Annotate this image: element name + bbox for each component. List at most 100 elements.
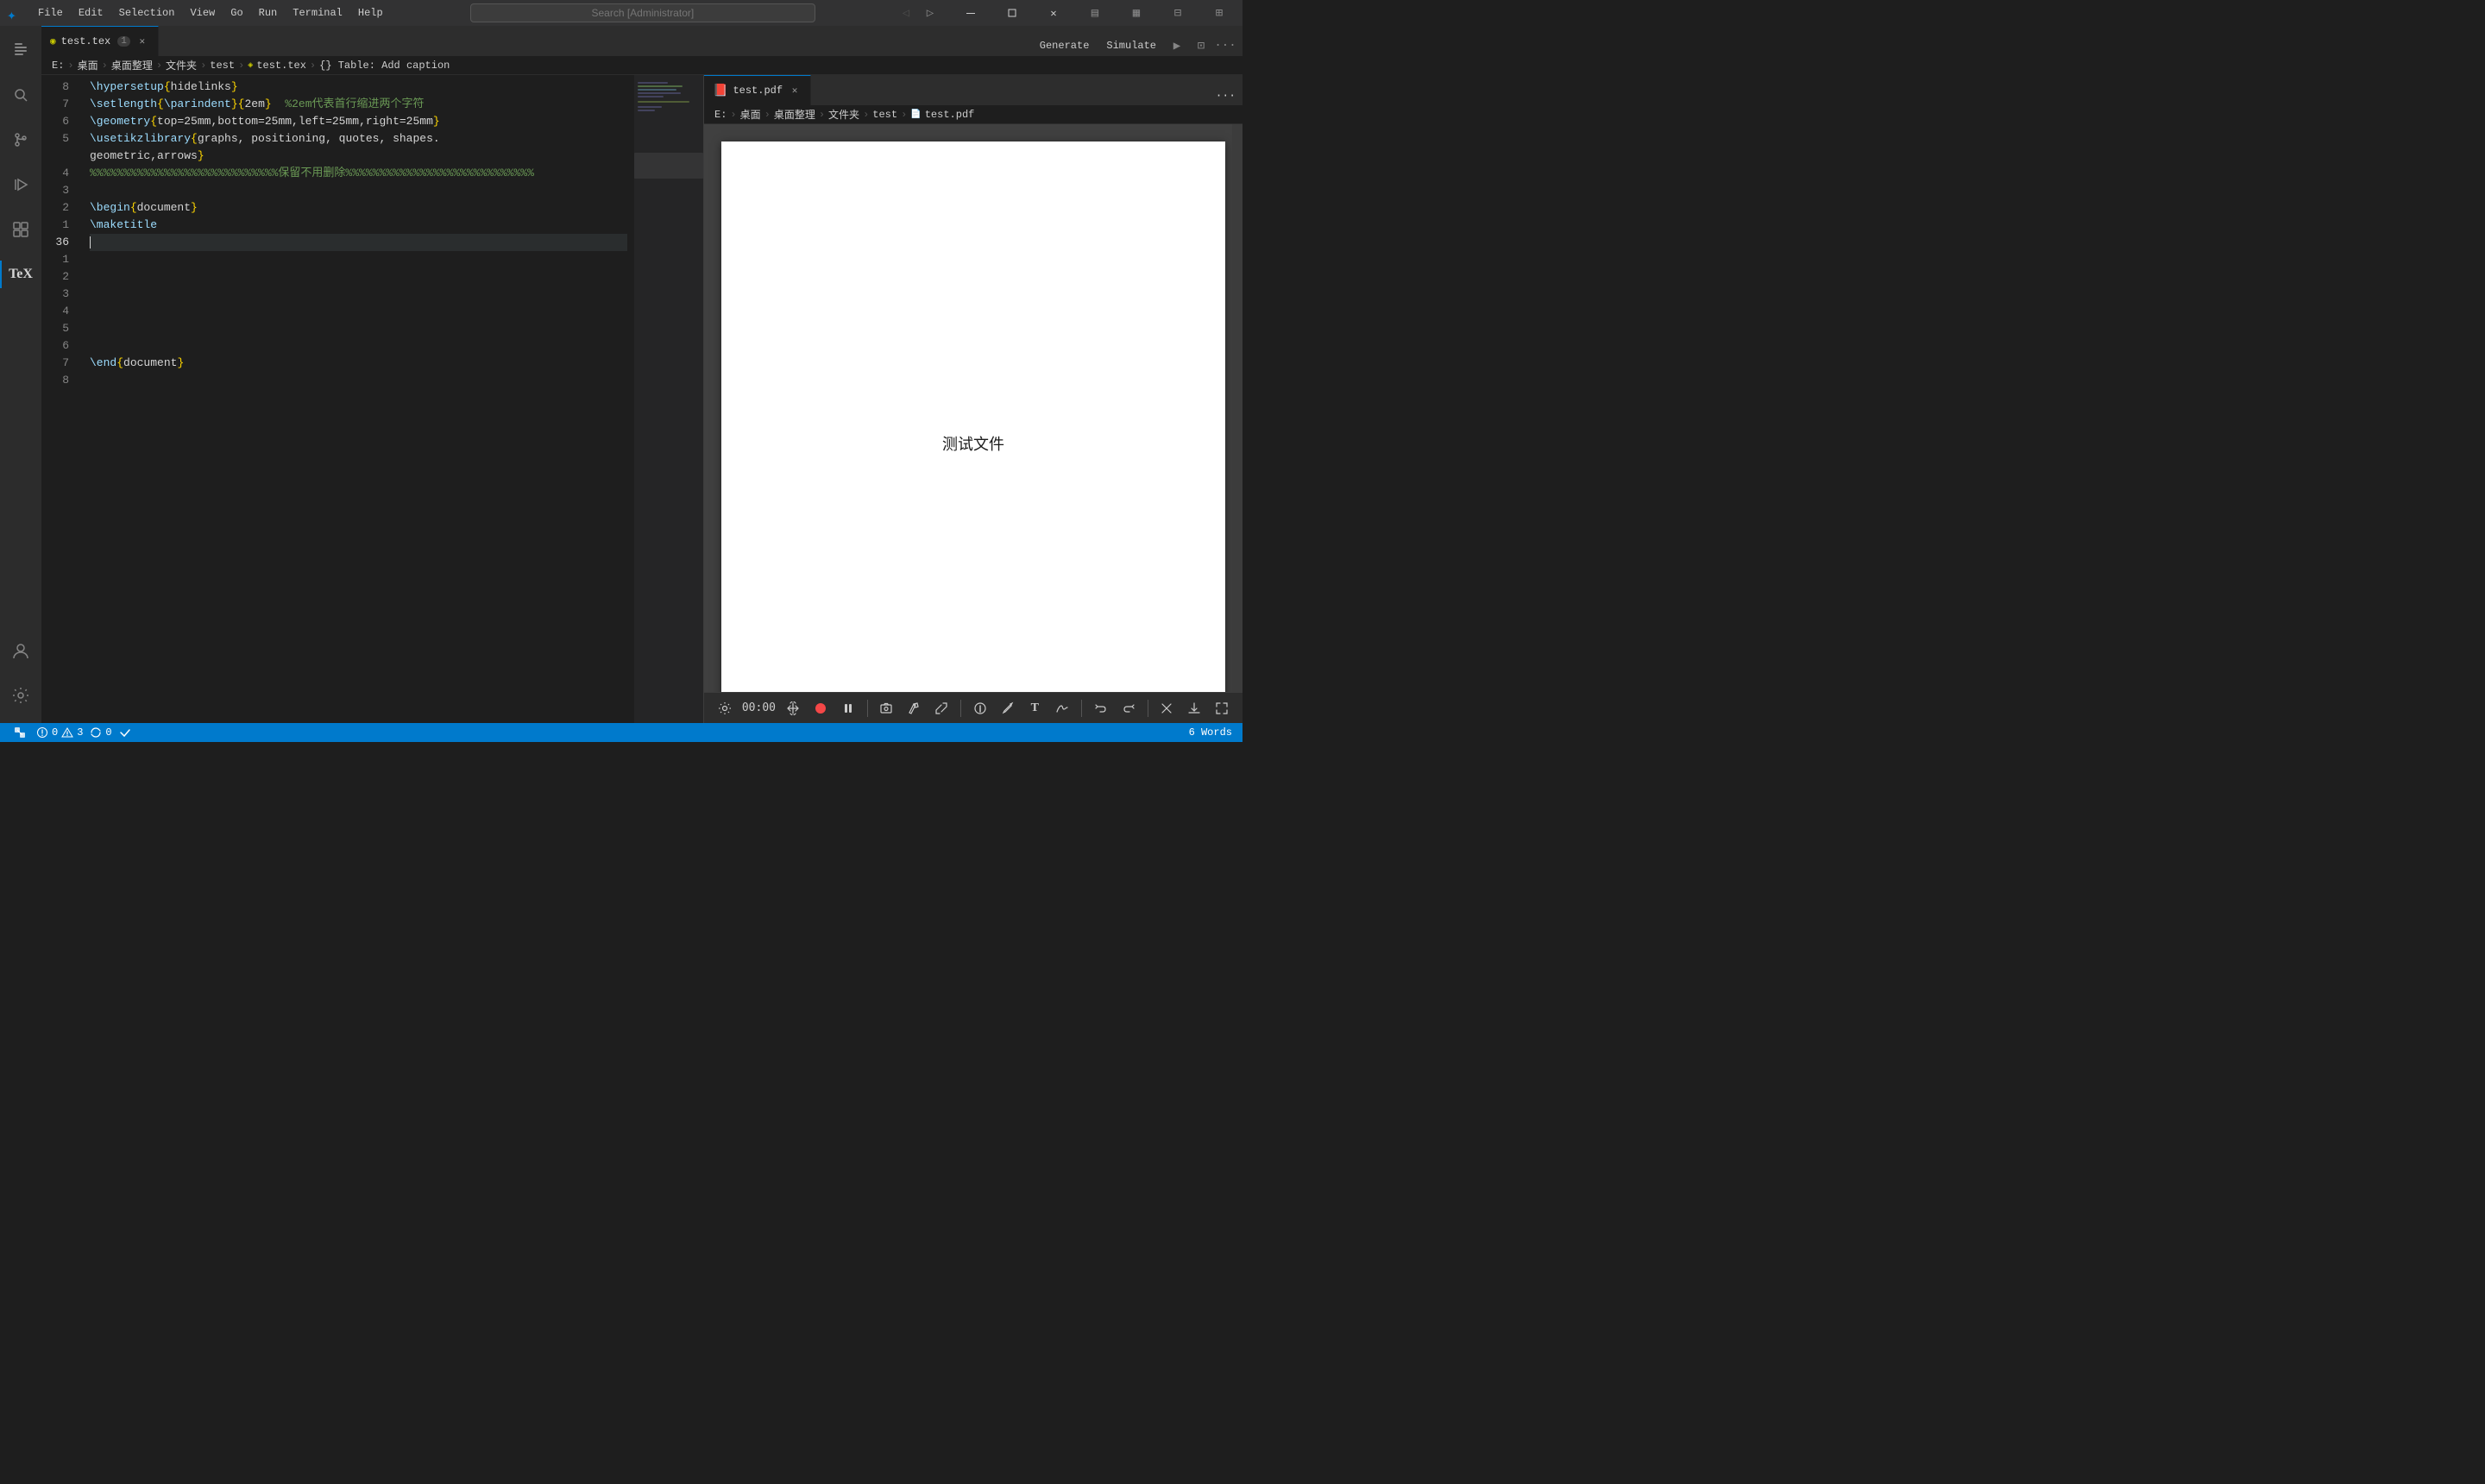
- code-editor: 8 7 6 5 4 3 2 1 36 1 2 3 4 5: [41, 75, 704, 723]
- pdf-breadcrumb-e[interactable]: E:: [714, 109, 727, 121]
- code-lines[interactable]: \hypersetup{hidelinks} \setlength{\parin…: [83, 75, 634, 723]
- sidebar-item-extensions[interactable]: [0, 209, 41, 250]
- breadcrumb-caption[interactable]: {} Table: Add caption: [319, 60, 450, 72]
- pdf-breadcrumb-test[interactable]: test: [872, 109, 897, 121]
- close-button[interactable]: ✕: [1034, 0, 1073, 26]
- forward-arrow[interactable]: ▷: [920, 3, 941, 23]
- menu-edit[interactable]: Edit: [72, 3, 110, 22]
- settings-icon[interactable]: [0, 675, 41, 716]
- sidebar-item-search[interactable]: [0, 74, 41, 116]
- layout-icon-1[interactable]: ▤: [1075, 0, 1115, 26]
- status-sync[interactable]: 0: [86, 726, 115, 739]
- tab-test-tex[interactable]: ◉ test.tex 1 ✕: [41, 26, 159, 56]
- status-bar: 0 3 0 6 Words: [0, 723, 1242, 742]
- pdf-toolbar-sep-2: [960, 700, 961, 717]
- pdf-fullscreen-btn[interactable]: [1211, 696, 1232, 720]
- layout-icon-4[interactable]: ⊞: [1199, 0, 1239, 26]
- error-count: 0: [52, 726, 58, 739]
- breadcrumb-e[interactable]: E:: [52, 60, 64, 72]
- title-bar-right: ✕ ▤ ▦ ⊟ ⊞: [947, 0, 1242, 26]
- tab-filename: test.tex: [61, 35, 111, 47]
- run-action-icon[interactable]: ▶: [1167, 35, 1187, 56]
- split-editor-icon[interactable]: ⊡: [1191, 35, 1211, 56]
- menu-help[interactable]: Help: [351, 3, 390, 22]
- pdf-toolbar-sep-1: [867, 700, 868, 717]
- tab-icon: ◉: [50, 35, 56, 47]
- menu-view[interactable]: View: [183, 3, 222, 22]
- breadcrumb-desktop[interactable]: 桌面: [78, 58, 98, 72]
- breadcrumb-folder[interactable]: 文件夹: [166, 58, 197, 72]
- generate-button[interactable]: Generate: [1033, 38, 1097, 53]
- pdf-text-btn[interactable]: T: [1024, 696, 1045, 720]
- maximize-button[interactable]: [992, 0, 1032, 26]
- layout-icon-2[interactable]: ▦: [1117, 0, 1156, 26]
- pdf-info-btn[interactable]: [970, 696, 991, 720]
- pdf-pause-btn[interactable]: [838, 696, 859, 720]
- pdf-signature-btn[interactable]: [1052, 696, 1073, 720]
- sidebar-item-tex[interactable]: TeX: [0, 254, 41, 295]
- menu-run[interactable]: Run: [252, 3, 285, 22]
- main-layout: TeX ◉ test.tex 1 ✕ Generate Simulate ▶: [0, 26, 1242, 723]
- menu-go[interactable]: Go: [223, 3, 249, 22]
- breadcrumb: E: › 桌面 › 桌面整理 › 文件夹 › test › ◈ test.tex…: [41, 56, 1242, 75]
- nav-arrows: ◁ ▷: [896, 3, 941, 23]
- pdf-content[interactable]: 测试文件: [704, 124, 1242, 692]
- pdf-screenshot-btn[interactable]: [876, 696, 896, 720]
- pdf-breadcrumb-folder[interactable]: 文件夹: [828, 107, 859, 122]
- menu-bar: File Edit Selection View Go Run Terminal…: [31, 3, 390, 22]
- minimize-button[interactable]: [951, 0, 991, 26]
- layout-icon-3[interactable]: ⊟: [1158, 0, 1198, 26]
- sidebar-item-run[interactable]: [0, 164, 41, 205]
- tab-close-button[interactable]: ✕: [135, 35, 149, 48]
- menu-terminal[interactable]: Terminal: [286, 3, 349, 22]
- pdf-breadcrumb-organize[interactable]: 桌面整理: [774, 107, 815, 122]
- simulate-button[interactable]: Simulate: [1099, 38, 1163, 53]
- pdf-annotate-btn[interactable]: [997, 696, 1018, 720]
- pdf-breadcrumb-file[interactable]: test.pdf: [925, 109, 975, 121]
- breadcrumb-organize[interactable]: 桌面整理: [111, 58, 153, 72]
- pdf-close-recording-btn[interactable]: [1156, 696, 1177, 720]
- pdf-settings-btn[interactable]: [714, 696, 735, 720]
- pdf-redo-btn[interactable]: [1118, 696, 1139, 720]
- status-words[interactable]: 6 Words: [1186, 726, 1236, 739]
- pdf-move-btn[interactable]: [783, 696, 803, 720]
- account-icon[interactable]: [0, 630, 41, 671]
- status-check[interactable]: [116, 726, 135, 739]
- pdf-tab-filename: test.pdf: [733, 85, 783, 97]
- code-line: \usetikzlibrary{graphs, positioning, quo…: [90, 130, 627, 148]
- error-icon: [36, 726, 48, 739]
- code-line: [90, 337, 627, 355]
- code-line: [90, 182, 627, 199]
- breadcrumb-test[interactable]: test: [210, 60, 235, 72]
- pdf-undo-btn[interactable]: [1091, 696, 1111, 720]
- menu-file[interactable]: File: [31, 3, 70, 22]
- pdf-pen-btn[interactable]: [903, 696, 924, 720]
- sidebar-item-git[interactable]: [0, 119, 41, 160]
- breadcrumb-file[interactable]: test.tex: [256, 60, 306, 72]
- pdf-download-btn[interactable]: [1184, 696, 1205, 720]
- pdf-breadcrumb-desktop[interactable]: 桌面: [740, 107, 761, 122]
- status-remote[interactable]: [7, 726, 33, 739]
- activity-bar-bottom: [0, 630, 41, 723]
- tab-test-pdf[interactable]: 📕 test.pdf ✕: [704, 75, 811, 105]
- pdf-page: 测试文件: [721, 141, 1225, 692]
- code-line-current: [90, 234, 627, 251]
- pdf-scrollbar[interactable]: [1232, 124, 1242, 692]
- pdf-more-actions[interactable]: ···: [1209, 85, 1242, 105]
- back-arrow[interactable]: ◁: [896, 3, 916, 23]
- pdf-tab-close[interactable]: ✕: [788, 84, 802, 97]
- search-input[interactable]: [470, 3, 815, 22]
- sidebar-item-explorer[interactable]: [0, 29, 41, 71]
- code-line: [90, 251, 627, 268]
- status-bar-left: 0 3 0: [7, 726, 135, 739]
- activity-bar: TeX: [0, 26, 41, 723]
- pdf-record-btn[interactable]: [810, 696, 831, 720]
- pdf-expand-btn[interactable]: [931, 696, 952, 720]
- more-actions-icon[interactable]: ···: [1215, 35, 1236, 56]
- code-line: %%%%%%%%%%%%%%%%%%%%%%%%%%%%保留不用删除%%%%%%…: [90, 165, 627, 182]
- status-errors[interactable]: 0 3: [33, 726, 86, 739]
- code-line: \geometry{top=25mm,bottom=25mm,left=25mm…: [90, 113, 627, 130]
- code-line: [90, 286, 627, 303]
- menu-selection[interactable]: Selection: [112, 3, 182, 22]
- code-line: \end{document}: [90, 355, 627, 372]
